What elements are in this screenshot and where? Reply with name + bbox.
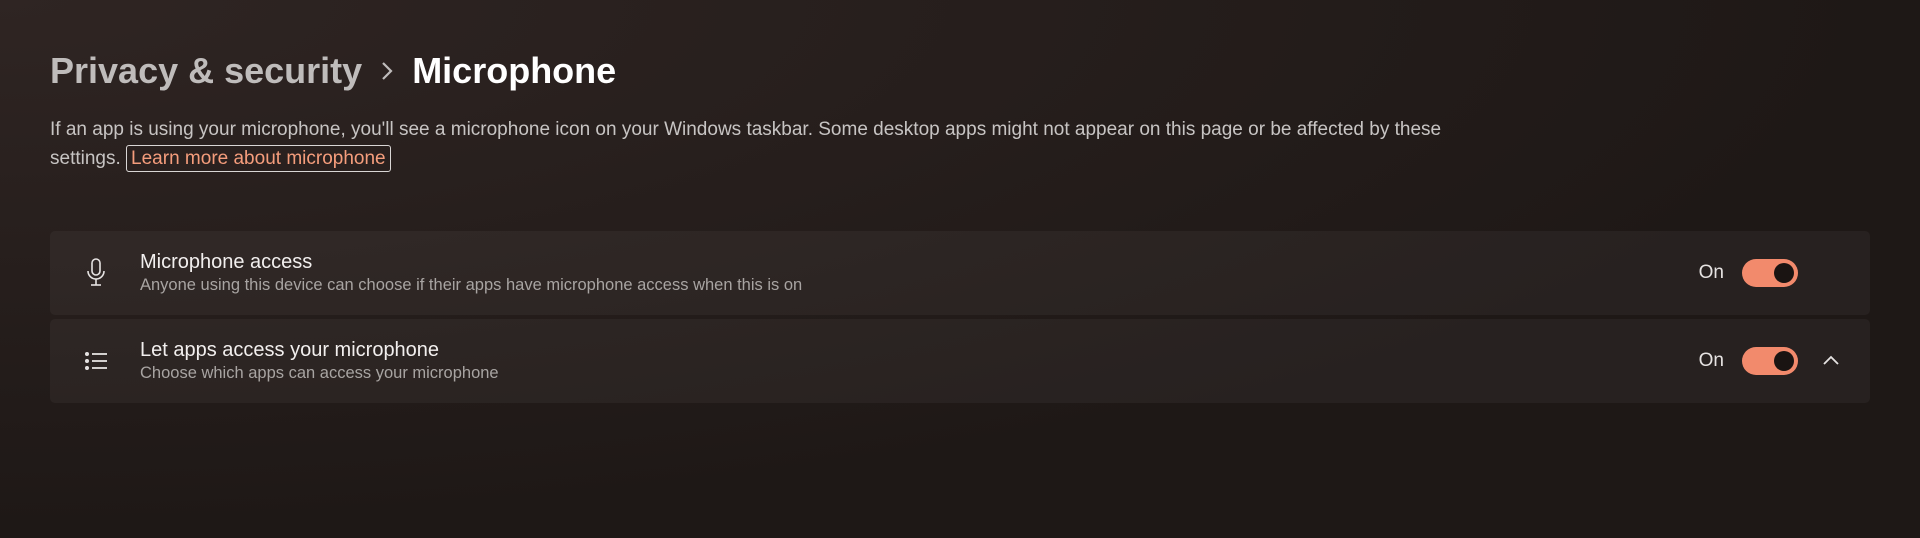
page-description: If an app is using your microphone, you'… bbox=[50, 116, 1500, 173]
setting-row-microphone-access[interactable]: Microphone access Anyone using this devi… bbox=[50, 231, 1870, 315]
microphone-access-toggle[interactable] bbox=[1742, 259, 1798, 287]
breadcrumb-parent-link[interactable]: Privacy & security bbox=[50, 50, 362, 92]
row-title: Let apps access your microphone bbox=[140, 339, 1699, 362]
toggle-state-label: On bbox=[1699, 262, 1724, 284]
let-apps-access-toggle[interactable] bbox=[1742, 347, 1798, 375]
row-subtitle: Anyone using this device can choose if t… bbox=[140, 276, 1699, 295]
page-title: Microphone bbox=[412, 50, 616, 92]
setting-row-let-apps-access[interactable]: Let apps access your microphone Choose w… bbox=[50, 319, 1870, 403]
row-subtitle: Choose which apps can access your microp… bbox=[140, 364, 1699, 383]
row-text: Let apps access your microphone Choose w… bbox=[140, 339, 1699, 383]
settings-list: Microphone access Anyone using this devi… bbox=[50, 231, 1870, 403]
row-title: Microphone access bbox=[140, 251, 1699, 274]
toggle-state-label: On bbox=[1699, 350, 1724, 372]
chevron-right-icon bbox=[380, 57, 394, 88]
row-text: Microphone access Anyone using this devi… bbox=[140, 251, 1699, 295]
list-icon bbox=[78, 348, 114, 374]
breadcrumb: Privacy & security Microphone bbox=[50, 50, 1870, 92]
learn-more-link[interactable]: Learn more about microphone bbox=[126, 145, 391, 172]
expand-chevron-up-icon[interactable] bbox=[1820, 355, 1842, 367]
microphone-icon bbox=[78, 258, 114, 288]
